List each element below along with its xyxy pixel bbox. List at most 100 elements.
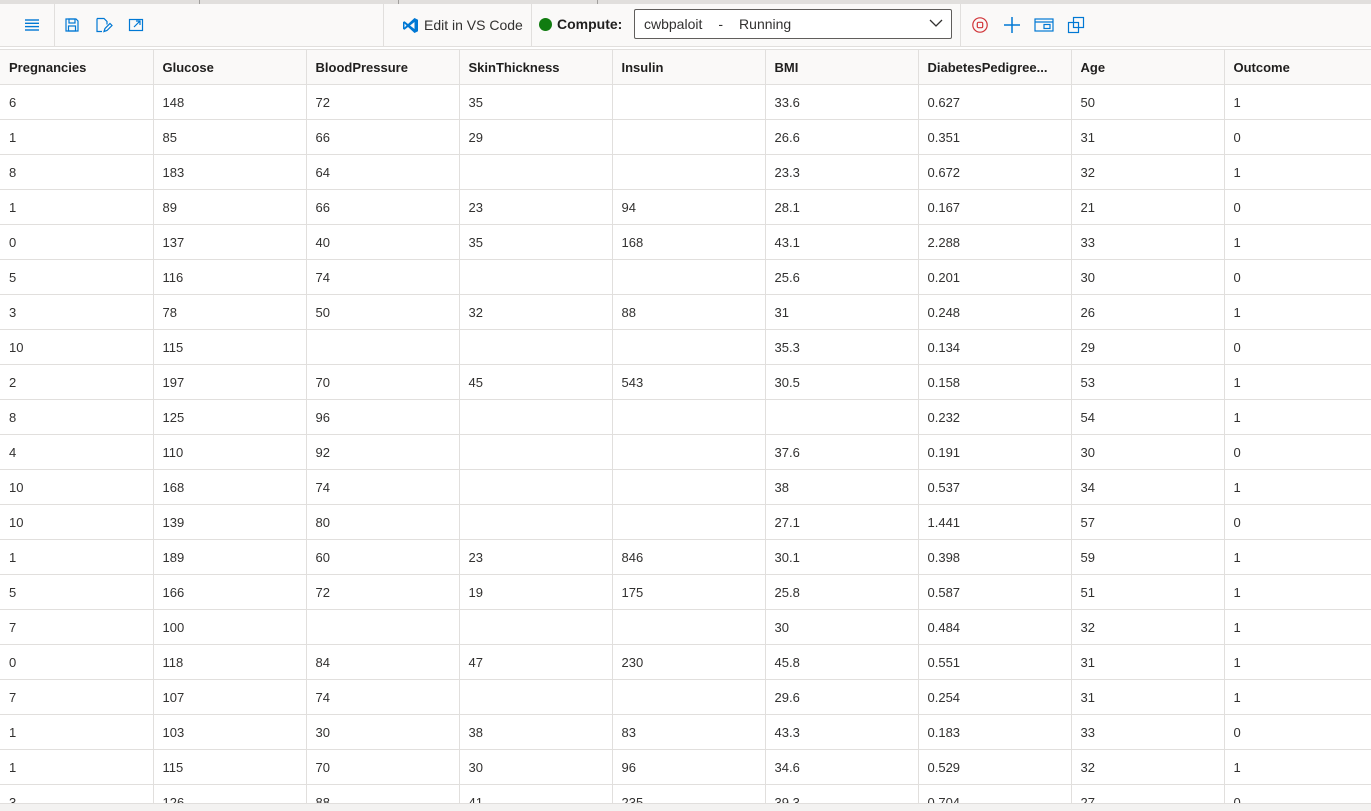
table-cell: 0.201 (918, 259, 1072, 295)
edit-in-vscode-button[interactable]: Edit in VS Code (396, 12, 529, 38)
table-cell: 1 (1224, 364, 1371, 400)
table-cell: 33 (1071, 224, 1225, 260)
table-cell: 88 (306, 784, 460, 803)
table-cell: 0 (1224, 504, 1371, 540)
table-cell: 3 (0, 294, 154, 330)
export-icon[interactable] (125, 13, 147, 37)
table-cell: 45.8 (765, 644, 919, 680)
stop-icon[interactable] (968, 13, 992, 37)
table-row[interactable]: 3 126 88 41 235 39.3 0.704 27 0 (0, 784, 1371, 803)
save-icon[interactable] (61, 13, 83, 37)
table-cell (459, 329, 613, 365)
table-cell: 1 (1224, 224, 1371, 260)
add-icon[interactable] (1000, 13, 1024, 37)
column-header[interactable]: DiabetesPedigree... (918, 49, 1072, 85)
table-cell: 115 (153, 749, 307, 785)
table-cell: 27.1 (765, 504, 919, 540)
table-cell: 543 (612, 364, 766, 400)
table-cell (612, 329, 766, 365)
table-row[interactable]: 7 100 30 0.484 32 1 (0, 609, 1371, 645)
table-cell: 57 (1071, 504, 1225, 540)
table-row[interactable]: 10 139 80 27.1 1.441 57 0 (0, 504, 1371, 540)
table-cell: 72 (306, 574, 460, 610)
table-cell: 166 (153, 574, 307, 610)
table-row[interactable]: 1 189 60 23 846 30.1 0.398 59 1 (0, 539, 1371, 575)
table-cell: 29 (459, 119, 613, 155)
terminal-icon[interactable] (1032, 13, 1056, 37)
column-header[interactable]: SkinThickness (459, 49, 613, 85)
table-row[interactable]: 1 115 70 30 96 34.6 0.529 32 1 (0, 749, 1371, 785)
table-cell: 50 (306, 294, 460, 330)
table-cell: 43.1 (765, 224, 919, 260)
table-row[interactable]: 5 116 74 25.6 0.201 30 0 (0, 259, 1371, 295)
column-header[interactable]: Insulin (612, 49, 766, 85)
table-cell: 2 (0, 364, 154, 400)
table-cell: 116 (153, 259, 307, 295)
table-cell: 28.1 (765, 189, 919, 225)
table-row[interactable]: 2 197 70 45 543 30.5 0.158 53 1 (0, 364, 1371, 400)
table-cell: 83 (612, 714, 766, 750)
column-header[interactable]: Pregnancies (0, 49, 154, 85)
table-cell: 74 (306, 679, 460, 715)
table-row[interactable]: 4 110 92 37.6 0.191 30 0 (0, 434, 1371, 470)
table-cell: 51 (1071, 574, 1225, 610)
table-cell: 0.672 (918, 154, 1072, 190)
edit-icon[interactable] (93, 13, 115, 37)
table-cell: 115 (153, 329, 307, 365)
column-header[interactable]: Age (1071, 49, 1225, 85)
table-cell: 88 (612, 294, 766, 330)
table-cell: 47 (459, 644, 613, 680)
toolbar-separator (383, 4, 384, 46)
notebook-toolbar: Edit in VS Code Compute: cwbpaloit - Run… (0, 4, 1371, 47)
table-row[interactable]: 10 115 35.3 0.134 29 0 (0, 329, 1371, 365)
table-cell: 29 (1071, 329, 1225, 365)
table-cell: 7 (0, 679, 154, 715)
table-row[interactable]: 6 148 72 35 33.6 0.627 50 1 (0, 84, 1371, 120)
table-row[interactable]: 3 78 50 32 88 31 0.248 26 1 (0, 294, 1371, 330)
column-header[interactable]: Glucose (153, 49, 307, 85)
table-cell: 1 (1224, 84, 1371, 120)
table-cell: 43.3 (765, 714, 919, 750)
table-cell: 235 (612, 784, 766, 803)
table-cell: 137 (153, 224, 307, 260)
table-cell: 32 (459, 294, 613, 330)
table-cell: 30.1 (765, 539, 919, 575)
table-row[interactable]: 0 137 40 35 168 43.1 2.288 33 1 (0, 224, 1371, 260)
table-row[interactable]: 1 85 66 29 26.6 0.351 31 0 (0, 119, 1371, 155)
table-cell: 26.6 (765, 119, 919, 155)
table-cell: 64 (306, 154, 460, 190)
table-cell: 33.6 (765, 84, 919, 120)
column-header[interactable]: BMI (765, 49, 919, 85)
table-cell: 41 (459, 784, 613, 803)
table-cell: 25.8 (765, 574, 919, 610)
table-cell: 30 (765, 609, 919, 645)
table-row[interactable]: 1 103 30 38 83 43.3 0.183 33 0 (0, 714, 1371, 750)
table-cell: 21 (1071, 189, 1225, 225)
table-cell (459, 504, 613, 540)
table-cell: 0 (1224, 784, 1371, 803)
table-cell: 32 (1071, 749, 1225, 785)
table-cell: 37.6 (765, 434, 919, 470)
table-cell (612, 399, 766, 435)
table-row[interactable]: 8 183 64 23.3 0.672 32 1 (0, 154, 1371, 190)
compute-status: Compute: (539, 16, 622, 32)
table-cell: 19 (459, 574, 613, 610)
table-row[interactable]: 0 118 84 47 230 45.8 0.551 31 1 (0, 644, 1371, 680)
table-cell: 0.551 (918, 644, 1072, 680)
column-header[interactable]: Outcome (1224, 49, 1371, 85)
table-row[interactable]: 5 166 72 19 175 25.8 0.587 51 1 (0, 574, 1371, 610)
table-row[interactable]: 7 107 74 29.6 0.254 31 1 (0, 679, 1371, 715)
table-cell: 30 (306, 714, 460, 750)
column-header[interactable]: BloodPressure (306, 49, 460, 85)
table-row[interactable]: 10 168 74 38 0.537 34 1 (0, 469, 1371, 505)
table-cell (459, 469, 613, 505)
table-row[interactable]: 1 89 66 23 94 28.1 0.167 21 0 (0, 189, 1371, 225)
compute-dropdown[interactable]: cwbpaloit - Running (634, 9, 952, 39)
table-row[interactable]: 8 125 96 0.232 54 1 (0, 399, 1371, 435)
hamburger-menu-icon[interactable] (19, 13, 45, 37)
table-cell: 168 (612, 224, 766, 260)
table-cell: 8 (0, 399, 154, 435)
open-external-icon[interactable] (1064, 13, 1088, 37)
table-cell: 1 (1224, 679, 1371, 715)
table-cell: 74 (306, 259, 460, 295)
